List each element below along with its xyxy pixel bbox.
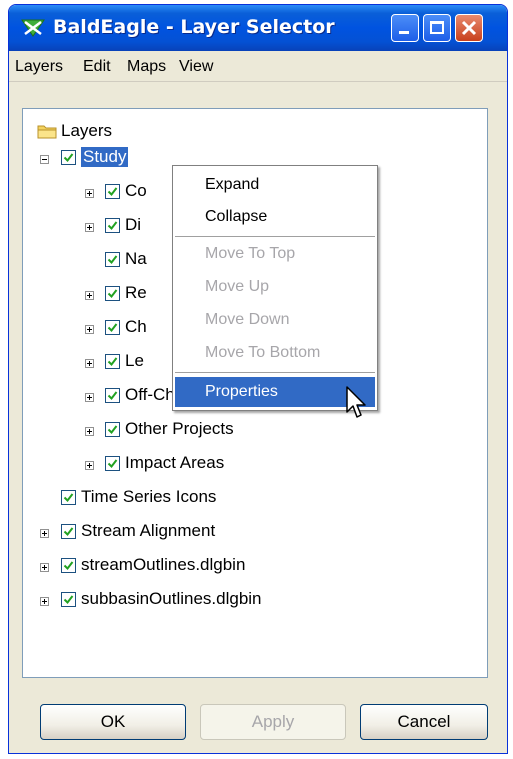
expand-icon[interactable] [40, 597, 49, 606]
ctx-expand[interactable]: Expand [175, 170, 375, 200]
tree-node-label: subbasinOutlines.dlgbin [81, 589, 262, 608]
ctx-move-to-bottom-label: Move To Bottom [205, 344, 321, 361]
maximize-icon [430, 21, 444, 34]
ctx-collapse-label: Collapse [205, 208, 268, 225]
checkbox-study[interactable] [61, 150, 76, 165]
window-title: BaldEagle - Layer Selector [53, 16, 335, 38]
tree-node-label: Impact Areas [125, 453, 225, 472]
expand-icon[interactable] [85, 223, 94, 232]
expand-icon[interactable] [85, 359, 94, 368]
tree-root-label: Layers [61, 121, 113, 140]
checkbox[interactable] [105, 184, 120, 199]
ctx-expand-label: Expand [205, 176, 260, 193]
ctx-move-to-top[interactable]: Move To Top [175, 239, 375, 269]
ctx-separator [175, 372, 375, 373]
tree-node[interactable]: subbasinOutlines.dlgbin [23, 589, 363, 613]
ctx-move-down[interactable]: Move Down [175, 305, 375, 335]
context-menu: Expand Collapse Move To Top Move Up Move… [172, 165, 378, 411]
close-button[interactable] [455, 14, 483, 42]
close-icon [460, 19, 478, 41]
tree-node-study-label: Study [81, 147, 129, 167]
checkbox[interactable] [105, 422, 120, 437]
apply-button[interactable]: Apply [200, 704, 346, 740]
tree-node[interactable]: Ch [23, 317, 183, 341]
checkbox[interactable] [105, 320, 120, 335]
ctx-properties[interactable]: Properties [175, 377, 375, 407]
menu-view[interactable]: View [179, 58, 213, 76]
checkbox[interactable] [105, 286, 120, 301]
checkbox[interactable] [105, 354, 120, 369]
tree-node[interactable]: Impact Areas [23, 453, 323, 477]
baldeagle-app-icon [21, 18, 45, 38]
expand-icon[interactable] [85, 393, 94, 402]
menu-layers[interactable]: Layers [15, 58, 63, 76]
minimize-button[interactable] [391, 14, 419, 42]
checkbox[interactable] [105, 456, 120, 471]
ctx-properties-label: Properties [205, 383, 278, 400]
tree-node[interactable]: Co [23, 181, 183, 205]
ctx-move-to-top-label: Move To Top [205, 245, 296, 262]
checkbox[interactable] [61, 490, 76, 505]
expand-icon[interactable] [85, 325, 94, 334]
menu-edit[interactable]: Edit [83, 58, 111, 76]
maximize-button[interactable] [423, 14, 451, 42]
expand-icon[interactable] [85, 427, 94, 436]
tree-node-label: Time Series Icons [81, 487, 217, 506]
checkbox[interactable] [61, 558, 76, 573]
tree-node[interactable]: Stream Alignment [23, 521, 323, 545]
expand-icon[interactable] [40, 529, 49, 538]
tree-node-label: Na [125, 249, 147, 268]
checkbox[interactable] [105, 252, 120, 267]
tree-node-label: Co [125, 181, 147, 200]
ctx-move-up[interactable]: Move Up [175, 272, 375, 302]
collapse-icon[interactable] [40, 155, 49, 164]
ctx-collapse[interactable]: Collapse [175, 202, 375, 232]
ctx-move-up-label: Move Up [205, 278, 270, 295]
mouse-pointer-icon [346, 386, 368, 422]
tree-node[interactable]: Di [23, 215, 183, 239]
ctx-move-to-bottom[interactable]: Move To Bottom [175, 338, 375, 368]
tree-node-label: Di [125, 215, 142, 234]
tree-node-label: Le [125, 351, 144, 370]
tree-node[interactable]: Na [23, 249, 183, 273]
minimize-icon [399, 31, 409, 34]
tree-node[interactable]: Le [23, 351, 183, 375]
expand-icon[interactable] [85, 461, 94, 470]
checkbox[interactable] [105, 388, 120, 403]
cancel-button[interactable]: Cancel [360, 704, 488, 740]
expand-icon[interactable] [40, 563, 49, 572]
menu-maps[interactable]: Maps [127, 58, 166, 76]
tree-node-label: Other Projects [125, 419, 234, 438]
menu-bar: Layers Edit Maps View [9, 51, 507, 82]
tree-node[interactable]: Re [23, 283, 183, 307]
checkbox[interactable] [105, 218, 120, 233]
ctx-separator [175, 236, 375, 237]
ok-button[interactable]: OK [40, 704, 186, 740]
tree-node-label: Ch [125, 317, 147, 336]
ctx-move-down-label: Move Down [205, 311, 290, 328]
tree-node[interactable]: Other Projects [23, 419, 323, 443]
title-bar[interactable]: BaldEagle - Layer Selector [9, 5, 507, 51]
tree-node-label: streamOutlines.dlgbin [81, 555, 246, 574]
folder-icon [37, 123, 57, 139]
tree-node-label: Stream Alignment [81, 521, 216, 540]
expand-icon[interactable] [85, 291, 94, 300]
tree-node[interactable]: Time Series Icons [23, 487, 323, 511]
tree-node-label: Re [125, 283, 147, 302]
expand-icon[interactable] [85, 189, 94, 198]
tree-node[interactable]: streamOutlines.dlgbin [23, 555, 343, 579]
checkbox[interactable] [61, 592, 76, 607]
checkbox[interactable] [61, 524, 76, 539]
